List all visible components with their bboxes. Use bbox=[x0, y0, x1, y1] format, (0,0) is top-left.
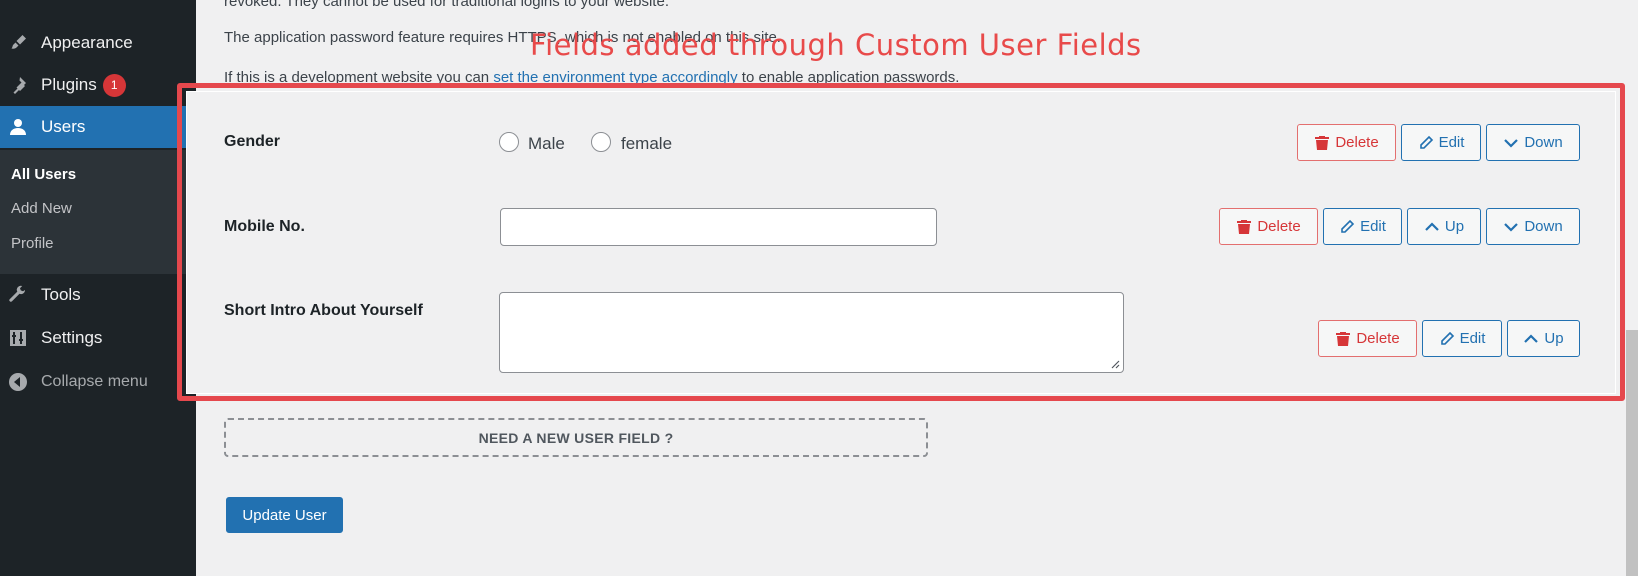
sidebar-item-label: Users bbox=[41, 117, 86, 136]
sidebar-item-label: Tools bbox=[41, 285, 81, 304]
collapse-icon bbox=[7, 371, 29, 393]
collapse-label: Collapse menu bbox=[41, 373, 148, 390]
collapse-menu-button[interactable]: Collapse menu bbox=[0, 362, 196, 402]
info-text-revoked: revoked. They cannot be used for traditi… bbox=[224, 0, 669, 10]
brush-icon bbox=[7, 32, 29, 54]
user-icon bbox=[7, 116, 29, 138]
annotation-highlight-frame bbox=[177, 83, 1625, 401]
annotation-caption: Fields added through Custom User Fields bbox=[530, 28, 1142, 62]
sidebar-item-label: Appearance bbox=[41, 33, 133, 52]
sidebar-item-appearance[interactable]: Appearance bbox=[0, 22, 196, 64]
plug-icon bbox=[7, 74, 29, 96]
submenu-add-new[interactable]: Add New bbox=[11, 200, 72, 217]
sidebar-item-plugins[interactable]: Plugins 1 bbox=[0, 64, 196, 106]
sidebar-item-label: Plugins bbox=[41, 75, 97, 94]
sidebar-item-label: Settings bbox=[41, 328, 103, 347]
submenu-all-users[interactable]: All Users bbox=[11, 166, 76, 183]
sidebar-item-tools[interactable]: Tools bbox=[0, 274, 196, 316]
sliders-icon bbox=[7, 327, 29, 349]
sidebar-item-users[interactable]: Users bbox=[0, 106, 196, 148]
wrench-icon bbox=[7, 284, 29, 306]
admin-sidebar: Appearance Plugins 1 Users All Users Add… bbox=[0, 0, 196, 576]
scrollbar[interactable] bbox=[1626, 330, 1638, 576]
sidebar-item-settings[interactable]: Settings bbox=[0, 317, 196, 359]
users-submenu: All Users Add New Profile bbox=[0, 150, 196, 274]
update-user-button[interactable]: Update User bbox=[226, 497, 343, 533]
update-count-badge: 1 bbox=[102, 73, 126, 97]
submenu-profile[interactable]: Profile bbox=[11, 235, 54, 252]
add-new-field-button[interactable]: NEED A NEW USER FIELD ? bbox=[224, 418, 928, 457]
